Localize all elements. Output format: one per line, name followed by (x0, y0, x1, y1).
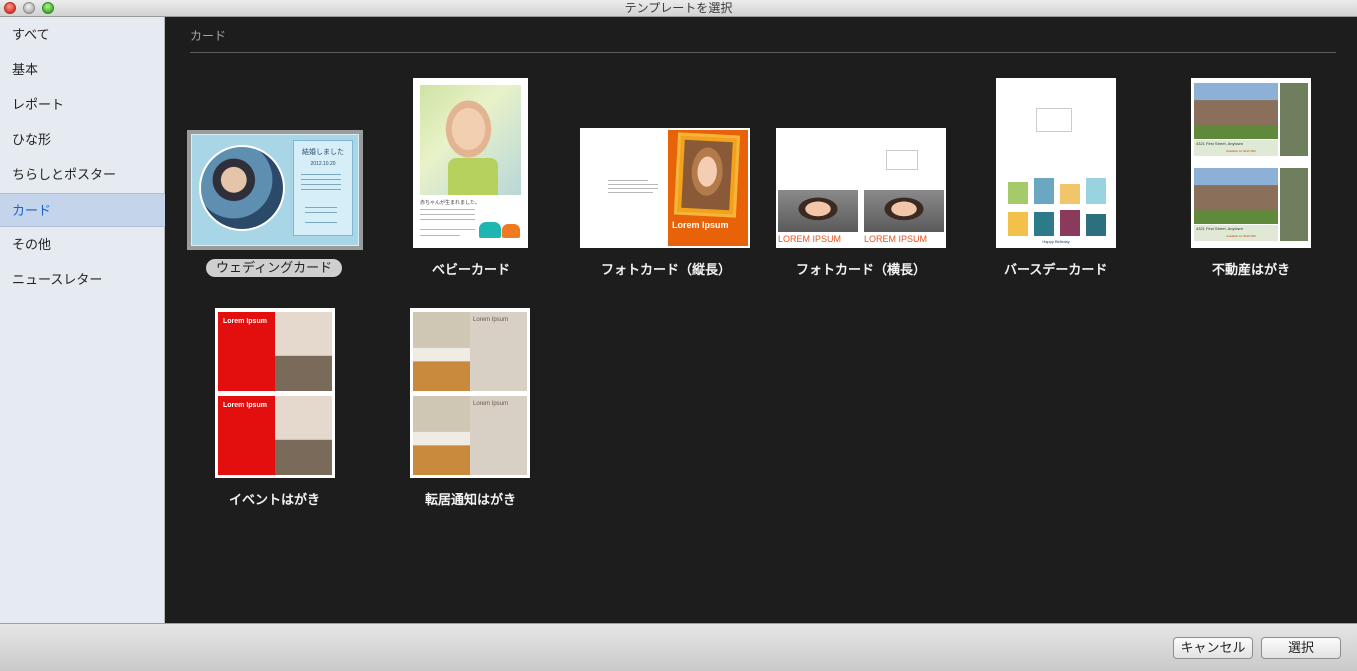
window-title: テンプレートを選択 (624, 1, 733, 15)
gift-box-icon (1008, 212, 1028, 236)
thumbnail-photo-card-portrait[interactable]: Lorem Ipsum (580, 128, 750, 248)
sidebar-item-stationery[interactable]: ひな形 (0, 123, 165, 157)
section-title: カード (190, 29, 227, 43)
sidebar-item-newsletter[interactable]: ニュースレター (0, 263, 165, 297)
elephant-teal-icon (479, 222, 501, 238)
thumbnail-photo-card-landscape[interactable]: LOREM IPSUM LOREM IPSUM (776, 128, 946, 248)
price-top: Available for $125,000 (1226, 149, 1256, 153)
tree-photo-bottom (275, 396, 332, 475)
caption-photo-card-portrait[interactable]: フォトカード（縦長） (601, 259, 731, 278)
caption-wedding-card[interactable]: ウェディングカード (206, 259, 343, 277)
room-photos-bottom (1280, 168, 1308, 241)
caption-moving-notice-postcard[interactable]: 転居通知はがき (425, 489, 516, 508)
template-gallery: カード 結婚しました 2012.10.20 ウェディングカード 赤ちゃんが生まれ… (166, 17, 1357, 623)
gift-box-icon (1034, 212, 1054, 236)
room-photo-bottom (413, 396, 470, 475)
beige-panel-bottom (470, 396, 527, 475)
girl-photo-frame (673, 132, 741, 218)
address-top: 4321 First Street, Anytown (1196, 141, 1243, 146)
gift-box-icon (1034, 178, 1054, 204)
wedding-date: 2012.10.20 (310, 161, 336, 167)
caption-birthday-card[interactable]: バースデーカード (1004, 259, 1107, 278)
boy-photo-left (778, 190, 858, 232)
thumbnail-real-estate-postcard[interactable]: 4321 First Street, Anytown Available for… (1191, 78, 1311, 248)
girl-photo (681, 139, 733, 211)
thumbnail-moving-notice-postcard[interactable]: Lorem Ipsum Lorem Ipsum (410, 308, 530, 478)
photo-landscape-title-right: LOREM IPSUM (864, 234, 928, 244)
couple-photo (199, 145, 285, 231)
gift-box-icon (1060, 184, 1080, 204)
thumbnail-baby-card[interactable]: 赤ちゃんが生まれました。 (413, 78, 528, 248)
cancel-button[interactable]: キャンセル (1173, 637, 1253, 659)
select-button[interactable]: 選択 (1261, 637, 1341, 659)
birthday-address-box (1036, 108, 1072, 132)
caption-event-postcard[interactable]: イベントはがき (229, 489, 320, 508)
address-box (886, 150, 918, 170)
boy-photo-right (864, 190, 944, 232)
photo-landscape-title-left: LOREM IPSUM (778, 234, 842, 244)
thumbnail-birthday-card[interactable]: Happy Birthday (996, 78, 1116, 248)
tree-photo-top (275, 312, 332, 391)
thumbnail-event-postcard[interactable]: Lorem Ipsum Lorem Ipsum (215, 308, 335, 478)
room-photo-top (413, 312, 470, 391)
caption-real-estate-postcard[interactable]: 不動産はがき (1212, 259, 1290, 278)
sidebar-item-report[interactable]: レポート (0, 88, 165, 122)
template-chooser-window: テンプレートを選択 すべて 基本 レポート ひな形 ちらしとポスター カード そ… (0, 0, 1357, 671)
sidebar-item-basic[interactable]: 基本 (0, 53, 165, 87)
gift-box-icon (1008, 182, 1028, 204)
sidebar-item-other[interactable]: その他 (0, 228, 165, 262)
house-photo-top (1194, 83, 1278, 139)
gift-box-icon (1060, 210, 1080, 236)
sidebar-item-flyers-posters[interactable]: ちらしとポスター (0, 158, 165, 192)
baby-shirt (448, 158, 498, 195)
caption-baby-card[interactable]: ベビーカード (432, 259, 510, 278)
section-divider (190, 52, 1336, 53)
moving-title-top: Lorem Ipsum (473, 317, 509, 323)
event-title-bottom: Lorem Ipsum (223, 402, 267, 409)
house-photo-bottom (1194, 168, 1278, 224)
dialog-footer: キャンセル 選択 (0, 623, 1357, 671)
birthday-footer-text: Happy Birthday (1042, 239, 1070, 244)
elephant-orange-icon (502, 224, 520, 238)
event-title-top: Lorem Ipsum (223, 318, 267, 325)
sidebar-item-cards[interactable]: カード (0, 193, 165, 227)
baby-card-headline: 赤ちゃんが生まれました。 (420, 200, 481, 206)
photo-card-title: Lorem Ipsum (672, 220, 729, 230)
wedding-heading: 結婚しました (302, 149, 344, 156)
address-bottom: 4321 First Street, Anytown (1196, 226, 1243, 231)
price-bottom: Available for $125,000 (1226, 234, 1256, 238)
caption-photo-card-landscape[interactable]: フォトカード（横長） (796, 259, 926, 278)
gift-box-icon (1086, 214, 1106, 236)
room-photos-top (1280, 83, 1308, 156)
title-bar: テンプレートを選択 (0, 0, 1357, 17)
gift-box-icon (1086, 178, 1106, 204)
moving-title-bottom: Lorem Ipsum (473, 401, 509, 407)
category-sidebar: すべて 基本 レポート ひな形 ちらしとポスター カード その他 ニュースレター (0, 17, 165, 623)
thumbnail-wedding-card[interactable]: 結婚しました 2012.10.20 (187, 130, 363, 250)
beige-panel-top (470, 312, 527, 391)
sidebar-item-all[interactable]: すべて (0, 18, 165, 52)
